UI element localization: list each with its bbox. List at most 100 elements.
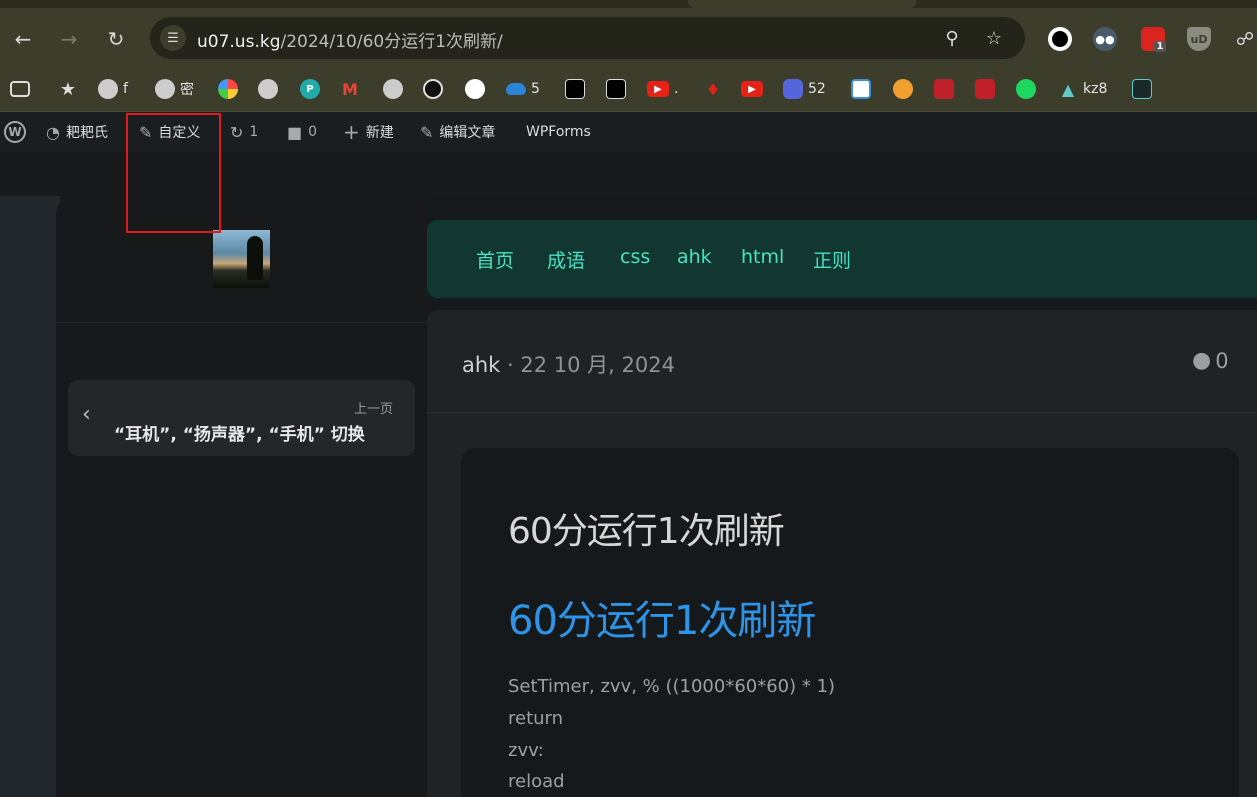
bookmark-globe[interactable] xyxy=(258,76,278,102)
bookmark-label: f xyxy=(123,81,128,97)
app-icon xyxy=(565,79,585,99)
post-comments[interactable]: ● 0 xyxy=(1192,348,1229,373)
bookmark-orange[interactable] xyxy=(893,76,913,102)
bookmark-youtube-2[interactable]: ▶ xyxy=(741,76,763,102)
nav-item-home[interactable]: 首页 xyxy=(476,246,514,273)
bookmark-dark-1[interactable] xyxy=(565,76,585,102)
bookmark-github-2[interactable] xyxy=(465,76,485,102)
bookmark-52[interactable]: 52 xyxy=(783,76,826,102)
youtube-icon: ▶ xyxy=(647,81,669,97)
forward-button[interactable]: → xyxy=(55,25,83,53)
post-heading-link[interactable]: 60分运行1次刷新 xyxy=(508,588,816,646)
site-name-link[interactable]: ◔ 耙耙氏 xyxy=(46,122,108,142)
site-info-icon[interactable]: ☰ xyxy=(160,25,186,51)
new-content-link[interactable]: + 新建 xyxy=(343,120,394,144)
bookmark-blue-app[interactable] xyxy=(851,76,871,102)
post-comment-count: 0 xyxy=(1215,348,1229,373)
ring-icon xyxy=(783,79,803,99)
code-line: zvv: xyxy=(508,740,544,761)
nav-item-css[interactable]: css xyxy=(620,246,650,268)
comments-link[interactable]: ■ 0 xyxy=(287,122,317,142)
orange-icon xyxy=(893,79,913,99)
seal-icon xyxy=(975,79,995,99)
bookmark-spotify[interactable] xyxy=(1016,76,1036,102)
nav-item-regex[interactable]: 正则 xyxy=(813,246,851,273)
bookmark-red-app[interactable]: ♦ xyxy=(703,76,723,102)
bookmarks-folder[interactable] xyxy=(10,76,30,102)
nav-item-idioms[interactable]: 成语 xyxy=(547,246,585,273)
comments-count: 0 xyxy=(308,124,318,140)
bookmark-p[interactable]: P xyxy=(300,76,320,102)
bookmark-last[interactable] xyxy=(1132,76,1152,102)
bookmark-globe-2[interactable] xyxy=(383,76,403,102)
bookmark-gmail[interactable]: M xyxy=(340,76,360,102)
bookmark-kz8[interactable]: ▲ kz8 xyxy=(1058,76,1108,102)
red-square-icon xyxy=(934,79,954,99)
updates-link[interactable]: ↻ 1 xyxy=(230,122,258,142)
brush-icon: ✎ xyxy=(139,122,153,142)
red-extension-icon[interactable]: 1 xyxy=(1141,27,1167,52)
bookmark-f[interactable]: f xyxy=(98,76,128,102)
record-extension-icon[interactable] xyxy=(1048,27,1072,51)
bookmark-label: 密 xyxy=(180,82,194,98)
back-button[interactable]: ← xyxy=(9,25,37,53)
wpforms-label: WPForms xyxy=(526,124,591,140)
previous-post-card[interactable]: ‹ 上一页 “耳机”, “扬声器”, “手机” 切换 xyxy=(68,380,415,456)
bookmark-onedrive[interactable]: 5 xyxy=(506,76,540,102)
cloud-icon xyxy=(506,83,526,95)
spotify-icon xyxy=(1016,79,1036,99)
wp-admin-bar: W ◔ 耙耙氏 ✎ 自定义 ↻ 1 ■ 0 + 新建 ✎ 编辑文章 WPForms xyxy=(0,112,1257,152)
folder-icon xyxy=(10,81,30,97)
browser-toolbar: ← → ↻ ☰ u07.us.kg/2024/10/60分运行1次刷新/ ⚲ ☆… xyxy=(0,8,1257,68)
ublock-icon[interactable]: uD xyxy=(1187,27,1211,51)
bookmark-label: 52 xyxy=(808,81,826,97)
code-line: reload xyxy=(508,771,565,792)
extension-badge: 1 xyxy=(1153,40,1167,52)
address-bar[interactable]: ☰ u07.us.kg/2024/10/60分运行1次刷新/ ⚲ ☆ xyxy=(150,17,1025,59)
spy-extension-icon[interactable]: ●● xyxy=(1093,27,1117,51)
active-tab[interactable] xyxy=(688,0,916,8)
wordpress-icon: W xyxy=(4,121,26,143)
bookmark-red-square[interactable] xyxy=(934,76,954,102)
gmail-icon: M xyxy=(342,79,358,99)
zoom-search-icon[interactable]: ⚲ xyxy=(940,26,964,50)
bookmark-star-icon[interactable]: ☆ xyxy=(982,26,1006,50)
left-gutter xyxy=(0,196,60,797)
url-text[interactable]: u07.us.kg/2024/10/60分运行1次刷新/ xyxy=(197,27,503,52)
pinwheel-icon xyxy=(218,79,238,99)
customize-link[interactable]: ✎ 自定义 xyxy=(139,122,200,142)
previous-label: 上一页 xyxy=(353,402,393,417)
post-divider xyxy=(427,412,1257,413)
code-line: return xyxy=(508,708,564,729)
post-category[interactable]: ahk xyxy=(462,353,500,377)
bookmark-openai[interactable] xyxy=(606,76,626,102)
wp-logo[interactable]: W xyxy=(4,121,26,143)
youtube-icon: ▶ xyxy=(741,81,763,97)
site-name-label: 耙耙氏 xyxy=(65,125,108,141)
red-app-icon: ♦ xyxy=(705,79,721,99)
github-icon xyxy=(465,79,485,99)
openai-icon xyxy=(606,79,626,99)
reload-button[interactable]: ↻ xyxy=(102,25,130,53)
bookmark-mi[interactable]: 密 xyxy=(155,76,194,102)
extensions-puzzle-icon[interactable]: ☍ xyxy=(1233,27,1257,51)
url-path: /2024/10/60分运行1次刷新/ xyxy=(280,32,503,52)
edit-post-link[interactable]: ✎ 编辑文章 xyxy=(420,122,495,142)
globe-icon xyxy=(98,79,118,99)
bookmark-photos[interactable] xyxy=(218,76,238,102)
bookmark-github[interactable] xyxy=(423,76,443,102)
github-icon xyxy=(423,79,443,99)
globe-icon xyxy=(155,79,175,99)
nav-item-ahk[interactable]: ahk xyxy=(677,246,712,268)
wpforms-link[interactable]: WPForms xyxy=(526,122,591,142)
blue-app-icon xyxy=(851,79,871,99)
tree-silhouette xyxy=(247,236,263,280)
edit-label: 编辑文章 xyxy=(439,125,496,141)
bookmark-star[interactable]: ★ xyxy=(58,76,78,102)
bookmark-seal[interactable] xyxy=(975,76,995,102)
bookmark-youtube[interactable]: ▶. xyxy=(647,76,678,102)
comment-icon: ■ xyxy=(287,122,303,142)
site-logo[interactable] xyxy=(213,230,270,288)
bookmark-label: . xyxy=(674,81,679,97)
nav-item-html[interactable]: html xyxy=(741,246,784,268)
